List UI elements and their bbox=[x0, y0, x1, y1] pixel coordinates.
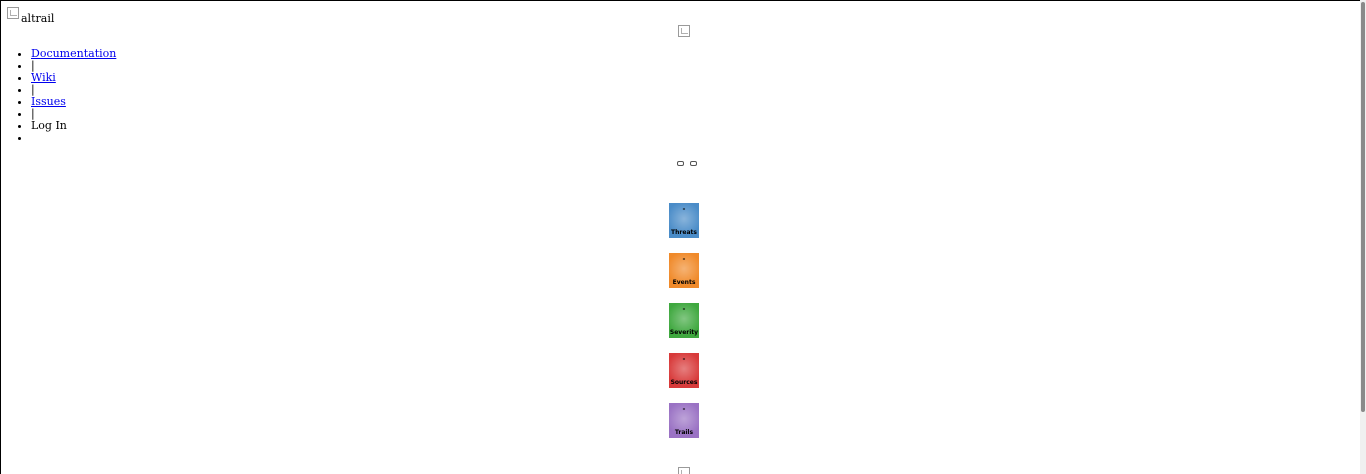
trails-label: Trails bbox=[674, 429, 694, 436]
vertical-scrollbar[interactable] bbox=[1360, 0, 1366, 474]
nav-item-documentation: Documentation bbox=[31, 48, 116, 60]
sources-tile[interactable]: - Sources bbox=[669, 353, 699, 388]
nav-item-login[interactable]: Log In bbox=[31, 120, 116, 132]
severity-tile[interactable]: - Severity bbox=[669, 303, 699, 338]
documentation-link[interactable]: Documentation bbox=[31, 47, 116, 60]
nav-item-wiki: Wiki bbox=[31, 72, 116, 84]
loading-dot bbox=[677, 161, 684, 166]
nav-item-empty bbox=[31, 132, 116, 144]
loading-dot bbox=[690, 161, 697, 166]
trails-tile[interactable]: - Trails bbox=[669, 403, 699, 438]
threats-tile[interactable]: - Threats bbox=[669, 203, 699, 238]
loading-indicator bbox=[677, 161, 697, 166]
events-tile[interactable]: - Events bbox=[669, 253, 699, 288]
issues-link[interactable]: Issues bbox=[31, 95, 66, 108]
nav-item-issues: Issues bbox=[31, 96, 116, 108]
sources-count: - bbox=[682, 355, 686, 363]
threats-count: - bbox=[682, 205, 686, 213]
page-viewport: altrail Documentation | Wiki | Issues | … bbox=[0, 0, 1360, 474]
header-image-broken-icon bbox=[678, 25, 690, 37]
footer-image-broken-icon bbox=[678, 467, 690, 474]
trails-count: - bbox=[682, 405, 686, 413]
severity-label: Severity bbox=[669, 329, 699, 336]
threats-label: Threats bbox=[671, 229, 697, 236]
scrollbar-thumb[interactable] bbox=[1361, 2, 1365, 412]
sources-label: Sources bbox=[670, 379, 698, 386]
top-nav: Documentation | Wiki | Issues | Log In bbox=[31, 48, 116, 144]
brand[interactable]: altrail bbox=[7, 7, 54, 25]
events-count: - bbox=[682, 255, 686, 263]
events-label: Events bbox=[672, 279, 696, 286]
logo-image-broken-icon bbox=[7, 7, 19, 19]
severity-count: - bbox=[682, 305, 686, 313]
brand-name: altrail bbox=[21, 12, 55, 25]
